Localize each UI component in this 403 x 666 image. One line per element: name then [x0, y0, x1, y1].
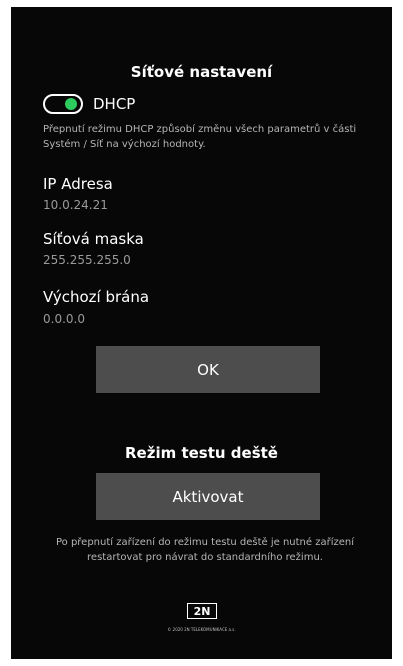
network-settings-screen: Síťové nastavení DHCP Přepnutí režimu DH…	[11, 7, 392, 659]
default-gateway-label: Výchozí brána	[43, 288, 150, 306]
dhcp-toggle[interactable]	[43, 94, 83, 114]
ip-address-label: IP Adresa	[43, 175, 113, 193]
subnet-mask-label: Síťová maska	[43, 230, 144, 248]
activate-button[interactable]: Aktivovat	[96, 473, 320, 520]
ip-address-value: 10.0.24.21	[43, 198, 108, 212]
toggle-knob	[65, 98, 77, 110]
rain-test-title: Režim testu deště	[125, 444, 278, 462]
ok-button[interactable]: OK	[96, 346, 320, 393]
dhcp-note: Přepnutí režimu DHCP způsobí změnu všech…	[43, 124, 357, 150]
network-settings-title: Síťové nastavení	[130, 63, 273, 81]
subnet-mask-value: 255.255.255.0	[43, 253, 131, 267]
copyright-text: © 2020 2N TELEKOMUNIKACE a.s.	[167, 627, 236, 632]
dhcp-toggle-row: DHCP	[43, 93, 135, 115]
default-gateway-value: 0.0.0.0	[43, 312, 85, 326]
svg-text:2N: 2N	[194, 605, 211, 618]
rain-test-note: Po přepnutí zařízení do režimu testu deš…	[55, 537, 355, 563]
dhcp-label: DHCP	[93, 95, 136, 113]
2n-logo-icon: 2N	[187, 603, 217, 619]
